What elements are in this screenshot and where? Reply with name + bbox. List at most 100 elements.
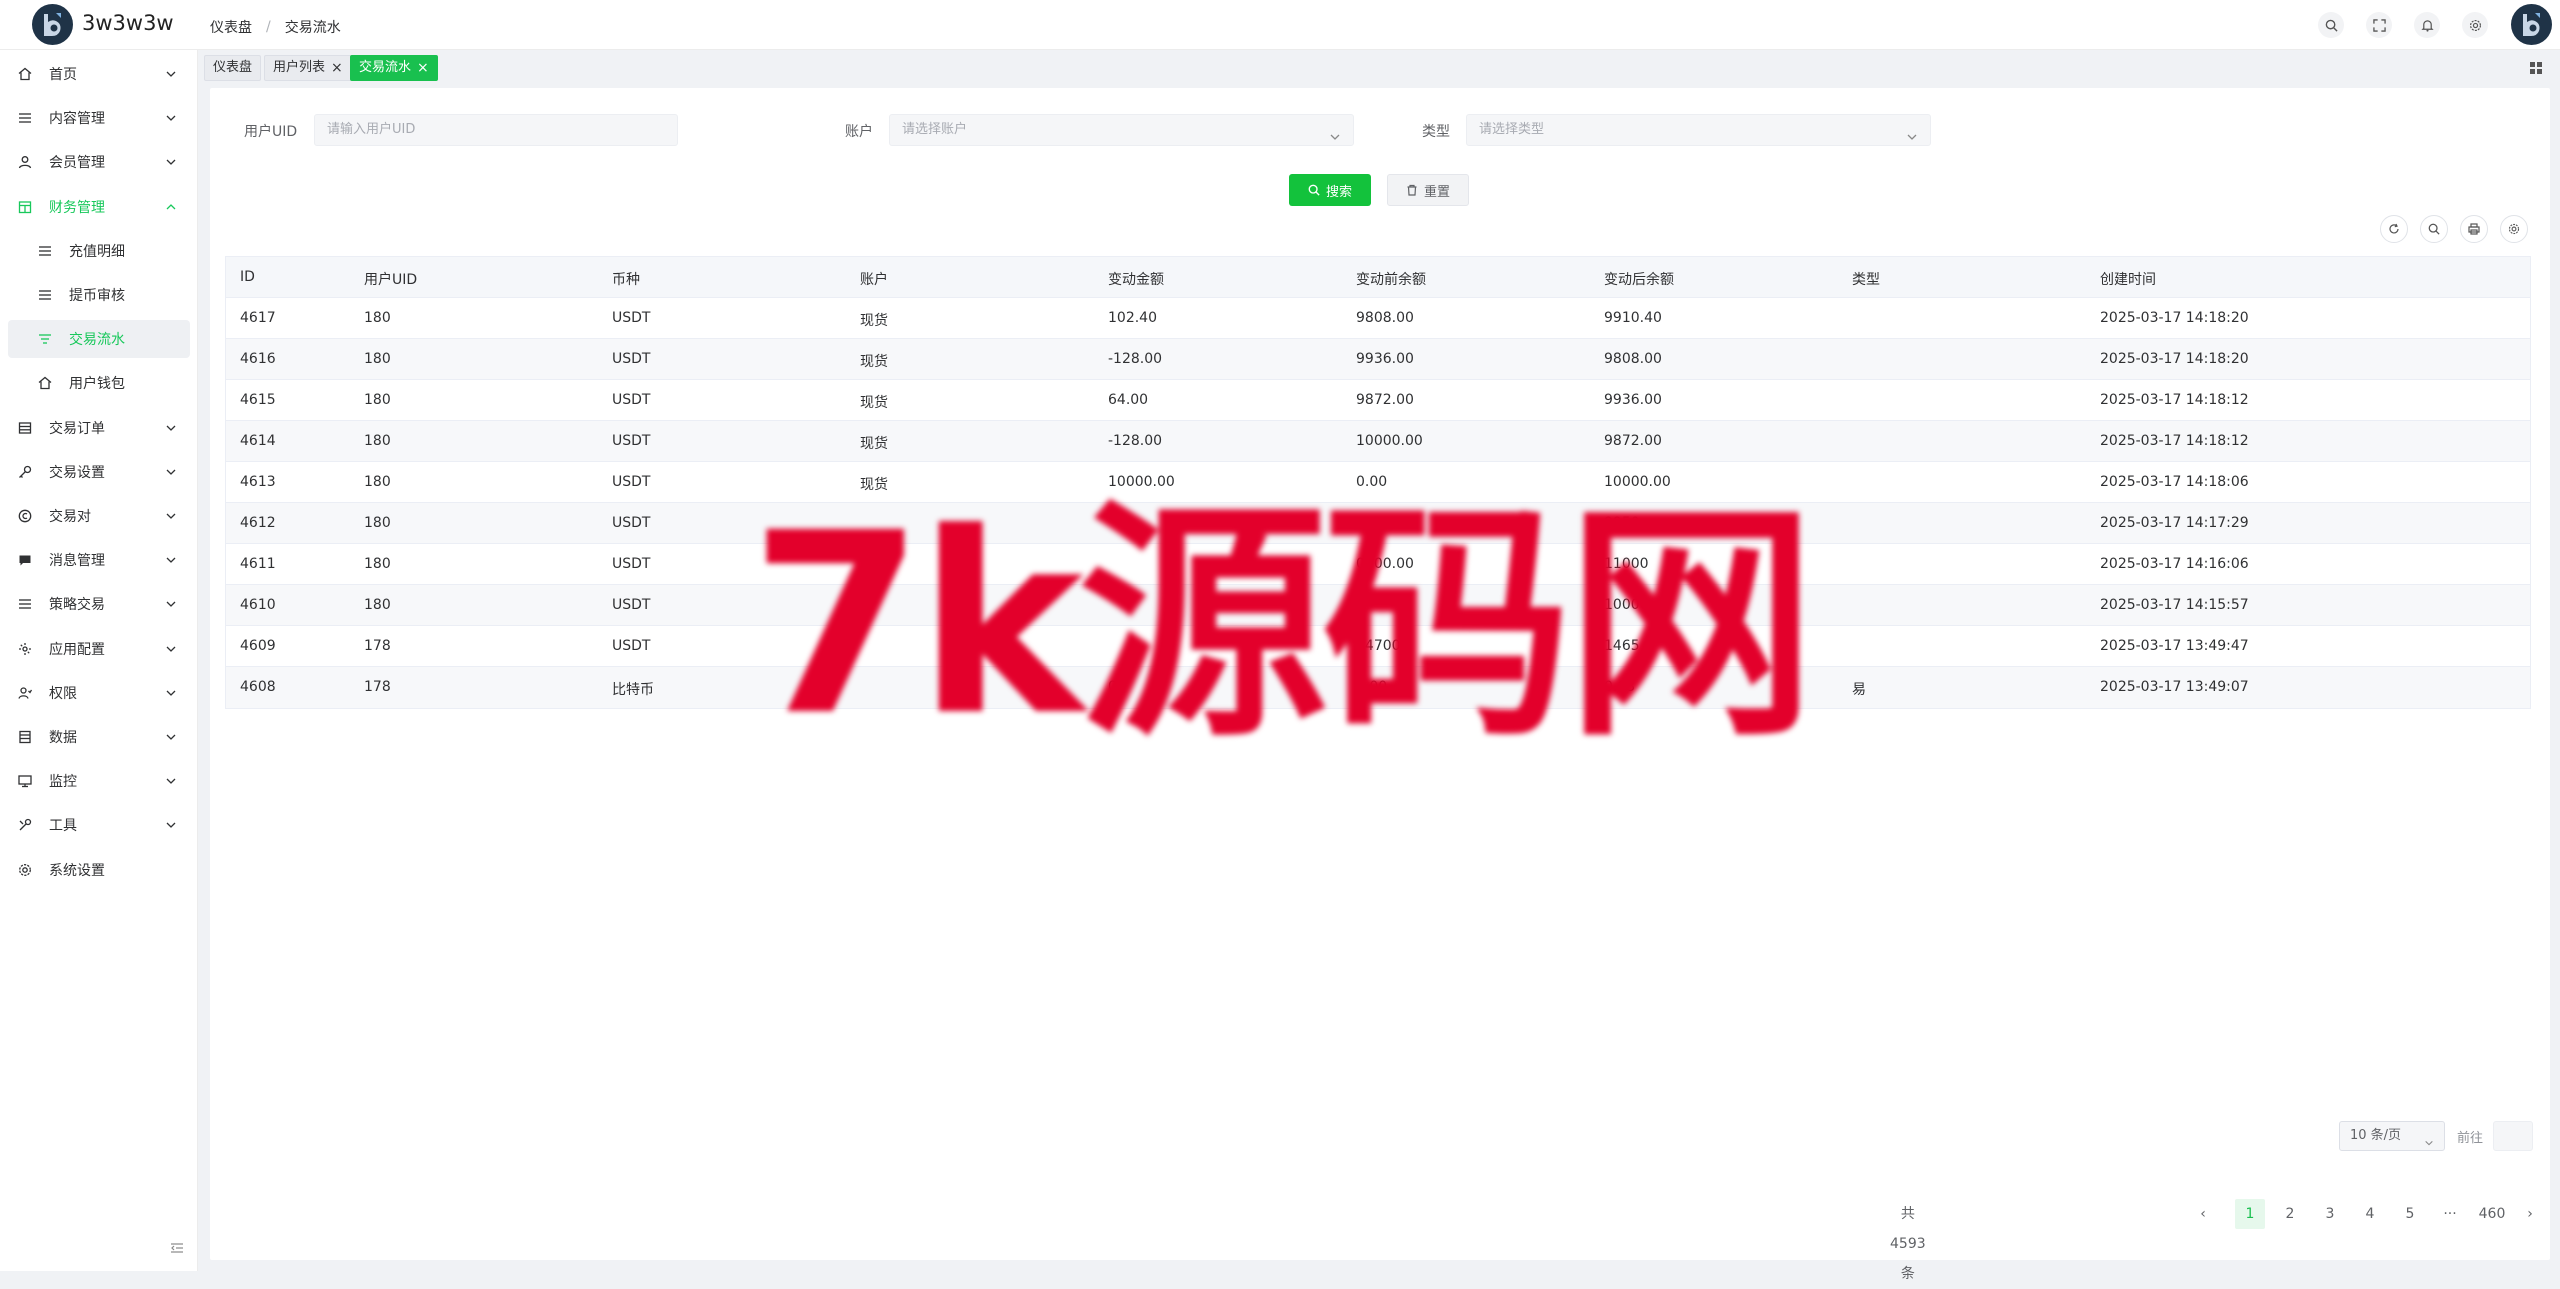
chevron-down-icon [165,112,177,124]
user-avatar[interactable] [2511,4,2552,45]
gear-icon [2508,223,2520,235]
reset-button[interactable]: 重置 [1387,174,1469,206]
page-number[interactable]: 460 [2475,1199,2509,1229]
toggle-search-button[interactable] [2420,215,2448,243]
table-cell: USDT [612,392,651,408]
table-cell: 2025-03-17 13:49:47 [2100,638,2249,654]
breadcrumb: 仪表盘 / 交易流水 [210,17,341,37]
table-cell: 现货 [860,436,888,452]
tag-dashboard[interactable]: 仪表盘 [204,55,262,81]
prev-page-button[interactable]: ‹ [2188,1199,2218,1229]
sidebar-item-14[interactable]: 应用配置 [8,630,190,668]
tag-transaction-flow[interactable]: 交易流水 × [350,55,438,81]
print-button[interactable] [2460,215,2488,243]
search-button[interactable]: 搜索 [1289,174,1371,206]
app-logo[interactable] [32,4,73,45]
chevron-down-icon [165,156,177,168]
table-cell: 2025-03-17 14:18:06 [2100,474,2249,490]
table-cell: 9936.00 [1356,351,1414,367]
table-cell: 9808.00 [1604,351,1662,367]
table-cell: USDT [612,556,651,572]
copyright-icon [18,509,32,523]
type-filter-select[interactable]: 请选择类型 [1466,114,1931,146]
table-cell: 2025-03-17 13:49:07 [2100,679,2249,695]
tag-user-list[interactable]: 用户列表 × [264,55,352,81]
sidebar-item-19[interactable]: 系统设置 [8,851,190,889]
page-number[interactable]: 5 [2395,1199,2425,1229]
config-icon [18,642,32,656]
sidebar-item-label: 充值明细 [69,243,125,260]
table-cell: -128.00 [1108,433,1163,449]
sidebar-item-label: 提币审核 [69,288,125,304]
sidebar-item-18[interactable]: 工具 [8,806,190,844]
grid-icon [2528,60,2544,76]
sidebar-item-9[interactable]: 交易订单 [8,409,190,447]
breadcrumb-dashboard[interactable]: 仪表盘 [210,17,252,37]
table-cell: 9872.00 [1604,433,1662,449]
page-number[interactable]: 4 [2355,1199,2385,1229]
total-count: 共 4593 条 [1890,1206,1926,1282]
close-icon[interactable]: × [331,61,343,75]
sidebar-item-label: 数据 [49,730,77,746]
sidebar-item-15[interactable]: 权限 [8,674,190,712]
page-number[interactable]: 2 [2275,1199,2305,1229]
column-settings-button[interactable] [2500,215,2528,243]
account-filter-select[interactable]: 请选择账户 [889,114,1354,146]
gear-icon [2469,19,2482,32]
sidebar-item-1[interactable]: 首页 [8,55,190,93]
sidebar-item-label: 应用配置 [49,641,105,658]
sidebar-item-16[interactable]: 数据 [8,718,190,756]
fullscreen-button[interactable] [2366,12,2392,38]
gear-icon [18,863,32,877]
page-number[interactable]: 1 [2235,1199,2265,1229]
table-header-cell: 变动后余额 [1604,272,1674,288]
table-cell: USDT [612,433,651,449]
table-cell: USDT [612,515,651,531]
table-cell: 2025-03-17 14:18:20 [2100,310,2249,326]
table-cell: 4615 [240,392,276,408]
refresh-button[interactable] [2380,215,2408,243]
table-cell: 2025-03-17 14:18:12 [2100,433,2249,449]
table-header-cell: 币种 [612,272,640,288]
chevron-down-icon [1329,125,1341,140]
sidebar-item-11[interactable]: 交易对 [8,497,190,535]
collapse-sidebar-button[interactable] [170,1241,184,1255]
uid-filter-input[interactable]: 请输入用户UID [314,114,678,146]
breadcrumb-separator: / [266,19,271,35]
table-cell: USDT [612,310,651,326]
header-search-button[interactable] [2318,12,2344,38]
sidebar-item-6[interactable]: 提币审核 [8,276,190,314]
table-cell: 4611 [240,556,276,572]
page-number[interactable]: 3 [2315,1199,2345,1229]
sidebar-item-17[interactable]: 监控 [8,762,190,800]
sidebar-item-12[interactable]: 消息管理 [8,541,190,579]
chevron-down-icon [165,422,177,434]
next-page-button[interactable]: › [2515,1199,2545,1229]
settings-button[interactable] [2462,12,2488,38]
list-icon [38,244,52,258]
sidebar-item-4[interactable]: 财务管理 [8,188,190,226]
page-size-select[interactable]: 10 条/页 [2339,1121,2445,1151]
sidebar-item-5[interactable]: 充值明细 [8,232,190,270]
table-header-cell: 变动前余额 [1356,272,1426,288]
home-icon [18,67,32,81]
sidebar-item-2[interactable]: 内容管理 [8,99,190,137]
search-icon [2428,223,2440,235]
table-cell: 180 [364,351,391,367]
goto-page-input[interactable] [2493,1121,2533,1151]
chevron-up-icon [165,201,177,213]
sidebar-item-7[interactable]: 交易流水 [8,320,190,359]
table-cell: USDT [612,638,651,654]
sidebar-item-8[interactable]: 用户钱包 [8,364,190,402]
close-icon[interactable]: × [417,61,429,75]
filter-icon [38,332,52,346]
tag-menu-button[interactable] [2528,60,2544,76]
table-row: 4615 180 USDT 现货 64.00 9872.00 9936.00 2025-03-… [226,380,2530,421]
more-pages[interactable]: ··· [2435,1199,2465,1229]
table-cell: 2025-03-17 14:15:57 [2100,597,2249,613]
sidebar-item-10[interactable]: 交易设置 [8,453,190,491]
sidebar-item-3[interactable]: 会员管理 [8,143,190,181]
notifications-button[interactable] [2414,12,2440,38]
sidebar-item-13[interactable]: 策略交易 [8,585,190,623]
tag-label: 用户列表 [273,60,326,75]
